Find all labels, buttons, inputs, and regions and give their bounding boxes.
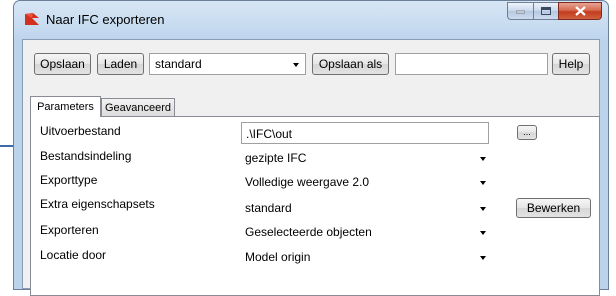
extra-property-sets-value: standard <box>245 201 292 215</box>
location-by-label: Locatie door <box>40 248 107 262</box>
save-as-name-input[interactable] <box>395 53 548 75</box>
close-button[interactable] <box>558 2 602 20</box>
help-button[interactable]: Help <box>552 53 590 75</box>
output-file-value: .\IFC\out <box>246 127 293 141</box>
browse-button[interactable]: ... <box>517 125 537 140</box>
chevron-down-icon <box>480 181 486 185</box>
parameters-panel: Uitvoerbestand .\IFC\out ... Bestandsind… <box>30 116 600 296</box>
load-button[interactable]: Laden <box>97 53 144 75</box>
location-by-select[interactable]: Model origin <box>241 246 489 268</box>
preset-value: standard <box>155 57 202 71</box>
file-format-select[interactable]: gezipte IFC <box>241 147 489 169</box>
chevron-down-icon <box>480 157 486 161</box>
chevron-down-icon <box>480 256 486 260</box>
close-icon <box>574 6 586 16</box>
title-bar: Naar IFC exporteren <box>14 1 608 39</box>
minimize-button[interactable] <box>507 2 533 20</box>
file-format-value: gezipte IFC <box>245 151 307 165</box>
export-scope-label: Exporteren <box>40 223 99 237</box>
ifc-export-icon <box>25 13 39 25</box>
save-as-button[interactable]: Opslaan als <box>312 53 389 75</box>
tab-parameters[interactable]: Parameters <box>30 96 101 117</box>
output-file-label: Uitvoerbestand <box>40 124 121 138</box>
preset-select[interactable]: standard <box>149 53 306 75</box>
edit-button[interactable]: Bewerken <box>516 198 591 218</box>
extra-property-sets-select[interactable]: standard <box>241 197 489 219</box>
dialog-client-area: Opslaan Laden standard Opslaan als Help … <box>22 39 600 296</box>
save-button[interactable]: Opslaan <box>34 53 91 75</box>
location-by-value: Model origin <box>245 250 311 264</box>
export-type-label: Exporttype <box>40 173 98 187</box>
export-scope-value: Geselecteerde objecten <box>245 225 372 239</box>
tab-advanced[interactable]: Geavanceerd <box>101 98 175 116</box>
chevron-down-icon <box>293 63 299 67</box>
caption-buttons <box>507 2 602 20</box>
export-type-value: Volledige weergave 2.0 <box>245 175 370 189</box>
file-format-label: Bestandsindeling <box>40 149 132 163</box>
export-type-select[interactable]: Volledige weergave 2.0 <box>241 171 489 193</box>
chevron-down-icon <box>480 231 486 235</box>
minimize-icon <box>516 10 525 14</box>
chevron-down-icon <box>480 207 486 211</box>
export-scope-select[interactable]: Geselecteerde objecten <box>241 221 489 243</box>
output-file-input[interactable]: .\IFC\out <box>241 122 489 144</box>
window-title: Naar IFC exporteren <box>46 12 165 27</box>
extra-property-sets-label: Extra eigenschapsets <box>40 197 155 211</box>
export-dialog: Naar IFC exporteren Opslaan Laden standa… <box>13 0 609 296</box>
maximize-icon <box>541 7 551 15</box>
maximize-button[interactable] <box>533 2 558 20</box>
